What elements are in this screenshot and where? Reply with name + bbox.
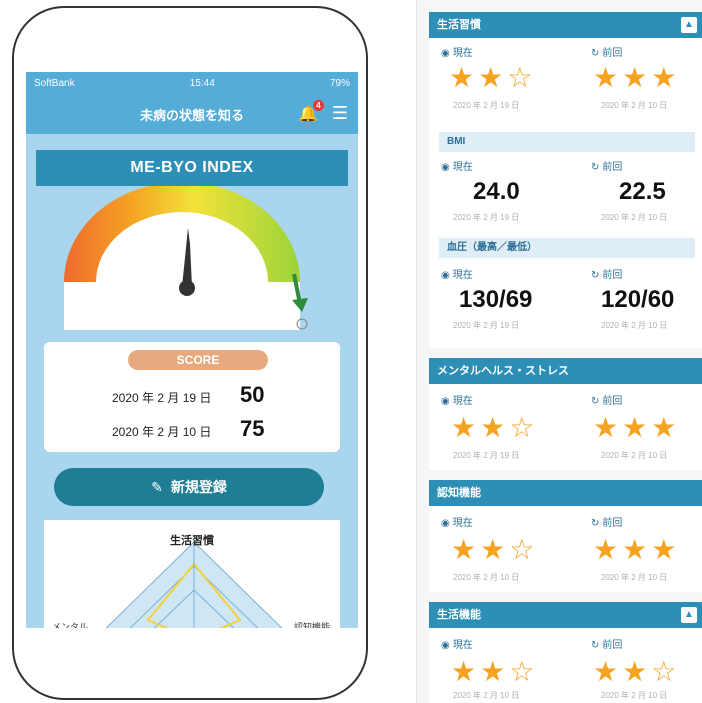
current-label: ◉ 現在 — [441, 640, 473, 651]
gauge-meter — [64, 186, 308, 330]
mental-health-block: ◉ 現在 ↻ 前回 ★★☆ ★★★ 2020 年 2 月 19 日 2020 年 2… — [429, 384, 702, 470]
score-card: SCORE 2020 年 2 月 19 日 50 2020 年 2 月 10 日… — [44, 342, 340, 452]
bp-previous-value: 120/60 — [601, 286, 675, 313]
pin-icon: ◉ — [441, 396, 450, 407]
notification-badge: 4 — [313, 100, 324, 111]
current-label: ◉ 現在 — [441, 162, 473, 173]
pin-icon: ◉ — [441, 640, 450, 651]
pin-icon: ◉ — [441, 162, 450, 173]
date-label: 2020 年 2 月 19 日 — [453, 101, 520, 110]
new-registration-button[interactable]: ✎ 新規登録 — [54, 468, 324, 506]
pencil-icon: ✎ — [151, 478, 163, 495]
mebyo-index-card: ME-BYO INDEX — [36, 150, 348, 330]
date-label: 2020 年 2 月 10 日 — [453, 573, 520, 582]
date-label: 2020 年 2 月 10 日 — [601, 101, 668, 110]
radar-axis-label: メンタル — [52, 622, 89, 628]
previous-label: ↻ 前回 — [591, 162, 623, 173]
date-label: 2020 年 2 月 10 日 — [601, 691, 668, 700]
previous-label: ↻ 前回 — [591, 640, 623, 651]
current-label: ◉ 現在 — [441, 48, 473, 59]
date-label: 2020 年 2 月 19 日 — [453, 213, 520, 222]
star-rating-current: ★★☆ — [451, 656, 539, 687]
history-icon: ↻ — [591, 640, 600, 651]
section-header-cognitive[interactable]: 認知機能 — [429, 480, 702, 506]
score-date: 2020 年 2 月 19 日 — [112, 391, 212, 405]
bmi-previous-value: 22.5 — [619, 178, 666, 205]
section-header-mental-health[interactable]: メンタルヘルス・ストレス — [429, 358, 702, 384]
star-rating-previous: ★★☆ — [593, 656, 681, 687]
date-label: 2020 年 2 月 10 日 — [601, 321, 668, 330]
index-title: ME-BYO INDEX — [36, 150, 348, 186]
previous-label: ↻ 前回 — [591, 518, 623, 529]
hamburger-menu-icon[interactable]: ☰ — [332, 104, 348, 122]
subsection-header-bmi: BMI — [439, 132, 695, 152]
date-label: 2020 年 2 月 10 日 — [601, 573, 668, 582]
radar-chart-card: 生活習慣 メンタル 認知機能 — [44, 520, 340, 628]
score-value: 75 — [240, 416, 265, 441]
pin-icon: ◉ — [441, 48, 450, 59]
history-icon: ↻ — [591, 162, 600, 173]
previous-label: ↻ 前回 — [591, 396, 623, 407]
date-label: 2020 年 2 月 19 日 — [453, 451, 520, 460]
life-function-block: ◉ 現在 ↻ 前回 ★★☆ ★★☆ 2020 年 2 月 10 日 2020 年 2… — [429, 628, 702, 703]
history-icon: ↻ — [591, 518, 600, 529]
pin-icon: ◉ — [441, 270, 450, 281]
star-rating-current: ★★☆ — [449, 62, 537, 93]
current-label: ◉ 現在 — [441, 270, 473, 281]
current-label: ◉ 現在 — [441, 396, 473, 407]
score-date: 2020 年 2 月 10 日 — [112, 425, 212, 439]
score-label: SCORE — [128, 350, 268, 370]
date-label: 2020 年 2 月 10 日 — [601, 451, 668, 460]
date-label: 2020 年 2 月 10 日 — [601, 213, 668, 222]
previous-label: ↻ 前回 — [591, 270, 623, 281]
new-registration-label: 新規登録 — [170, 479, 227, 495]
gauge-area — [36, 186, 348, 330]
date-label: 2020 年 2 月 19 日 — [453, 321, 520, 330]
date-label: 2020 年 2 月 10 日 — [453, 691, 520, 700]
star-rating-previous: ★★★ — [593, 412, 681, 443]
results-panel: 生活習慣 ▲ ◉ 現在 ↻ 前回 ★★☆ ★★★ 2020 年 2 月 19 日 2… — [416, 0, 702, 703]
star-rating-current: ★★☆ — [451, 534, 539, 565]
section-header-lifestyle[interactable]: 生活習慣 ▲ — [429, 12, 702, 38]
score-value: 50 — [240, 382, 265, 407]
clock-label: 15:44 — [189, 77, 215, 89]
lifestyle-block: ◉ 現在 ↻ 前回 ★★☆ ★★★ 2020 年 2 月 19 日 2020 年 2… — [429, 38, 702, 120]
cognitive-block: ◉ 現在 ↻ 前回 ★★☆ ★★★ 2020 年 2 月 10 日 2020 年 2… — [429, 506, 702, 592]
score-row: 2020 年 2 月 19 日 50 — [112, 382, 264, 408]
history-icon: ↻ — [591, 396, 600, 407]
page-title: 未病の状態を知る — [139, 107, 244, 123]
section-header-life-function[interactable]: 生活機能 ▲ — [429, 602, 702, 628]
score-row: 2020 年 2 月 10 日 75 — [112, 416, 264, 442]
history-icon: ↻ — [591, 270, 600, 281]
radar-title: 生活習慣 — [170, 535, 214, 547]
pin-icon: ◉ — [441, 518, 450, 529]
subsection-header-blood-pressure: 血圧（最高／最低） — [439, 238, 695, 258]
star-rating-current: ★★☆ — [451, 412, 539, 443]
radar-axis-label: 認知機能 — [293, 622, 330, 628]
battery-label: 79% — [329, 77, 350, 89]
star-rating-previous: ★★★ — [593, 534, 681, 565]
history-icon: ↻ — [591, 48, 600, 59]
chevron-up-icon[interactable]: ▲ — [681, 607, 697, 623]
previous-label: ↻ 前回 — [591, 48, 623, 59]
bp-current-value: 130/69 — [459, 286, 533, 313]
current-label: ◉ 現在 — [441, 518, 473, 529]
chevron-up-icon[interactable]: ▲ — [681, 17, 697, 33]
bmi-current-value: 24.0 — [473, 178, 520, 205]
star-rating-previous: ★★★ — [593, 62, 681, 93]
nav-bar: 未病の状態を知る 🔔 4 ☰ — [26, 94, 358, 134]
phone-screen: SoftBank 15:44 79% 未病の状態を知る 🔔 4 ☰ ME-BYO… — [26, 72, 358, 628]
carrier-label: SoftBank — [34, 77, 75, 89]
status-bar: SoftBank 15:44 79% — [26, 72, 358, 94]
